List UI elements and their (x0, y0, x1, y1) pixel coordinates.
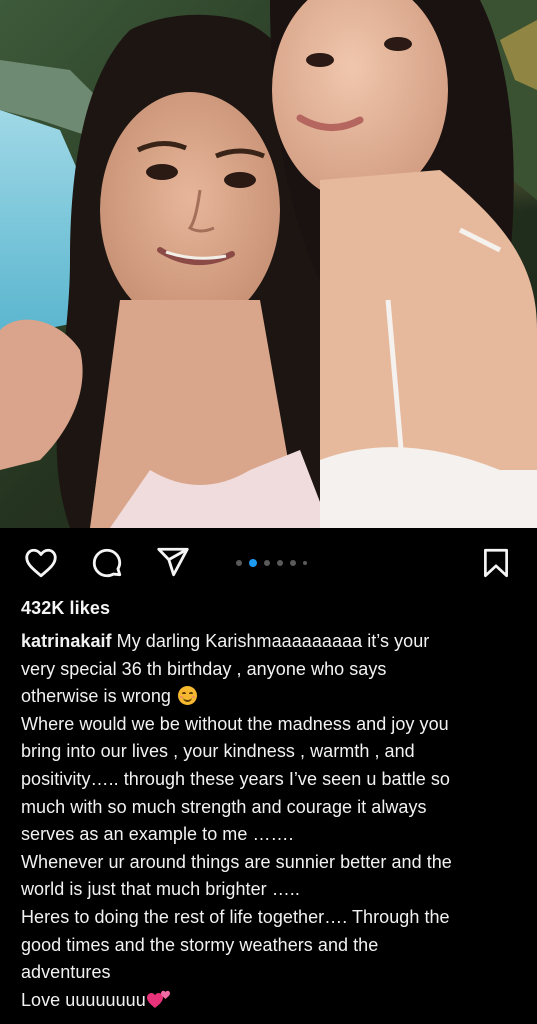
like-button[interactable] (21, 543, 61, 583)
caption-line-1: katrinakaif My darling Karishmaaaaaaaaa … (21, 628, 521, 656)
caption-line-13: adventures (21, 962, 111, 983)
paper-plane-icon (157, 547, 189, 577)
caption-line-12: good times and the stormy weathers and t… (21, 934, 379, 955)
carousel-dot (290, 560, 296, 566)
two-hearts-icon (146, 990, 170, 1008)
carousel-dot (303, 561, 307, 565)
bookmark-icon (484, 548, 508, 578)
caption-text: otherwise is wrong (21, 686, 171, 707)
caption-line-5: bring into our lives , your kindness , w… (21, 741, 415, 762)
carousel-dot (236, 560, 242, 566)
likes-count[interactable]: 432K likes (21, 598, 110, 619)
carousel-dot (264, 560, 270, 566)
caption-line-7: much with so much strength and courage i… (21, 796, 427, 817)
comment-bubble-icon (92, 548, 122, 578)
comment-button[interactable] (87, 543, 127, 583)
carousel-indicator (236, 559, 307, 567)
heart-outline-icon (25, 548, 57, 578)
caption-line-11: Heres to doing the rest of life together… (21, 906, 450, 927)
caption-line-3: otherwise is wrong (21, 683, 521, 711)
post-photo-image (0, 0, 537, 528)
post-caption: katrinakaif My darling Karishmaaaaaaaaa … (21, 628, 521, 1014)
smiling-face-icon (178, 686, 198, 706)
username-link[interactable]: katrinakaif (21, 631, 112, 651)
caption-text: Love uuuuuuuu (21, 989, 146, 1010)
caption-line-8: serves as an example to me ……. (21, 824, 294, 845)
caption-line-2: very special 36 th birthday , anyone who… (21, 658, 387, 679)
post-action-bar (0, 528, 537, 598)
share-button[interactable] (153, 542, 193, 582)
caption-line-9: Whenever ur around things are sunnier be… (21, 851, 452, 872)
caption-line-14: Love uuuuuuuu (21, 987, 521, 1015)
caption-line-10: world is just that much brighter ….. (21, 879, 300, 900)
post-photo[interactable] (0, 0, 537, 528)
save-button[interactable] (476, 543, 516, 583)
caption-text: My darling Karishmaaaaaaaaa it’s your (111, 631, 430, 651)
caption-line-6: positivity….. through these years I’ve s… (21, 768, 450, 789)
caption-line-4: Where would we be without the madness an… (21, 713, 449, 734)
carousel-dot-active (249, 559, 257, 567)
carousel-dot (277, 560, 283, 566)
